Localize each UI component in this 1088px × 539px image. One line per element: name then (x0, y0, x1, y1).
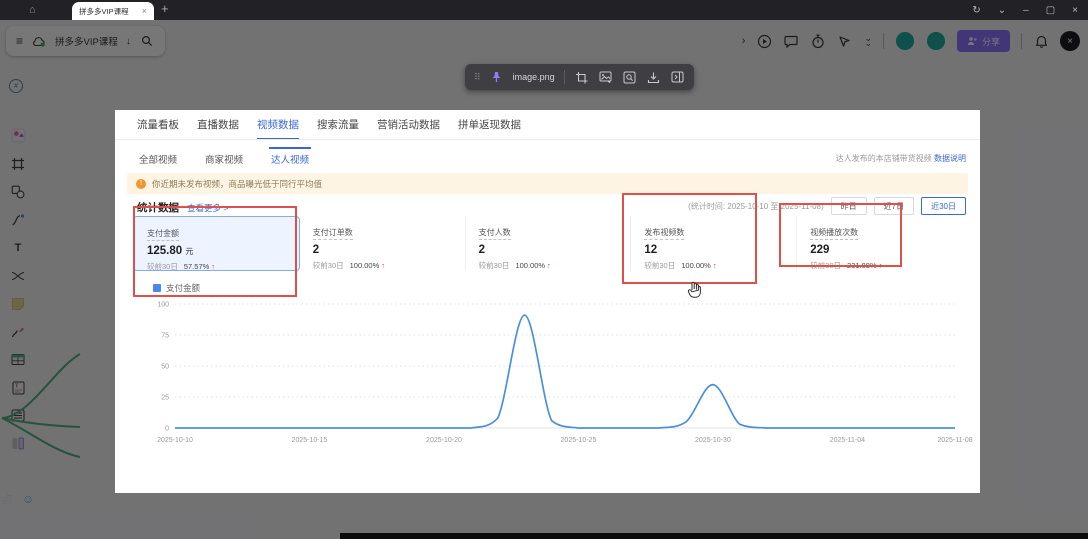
card-pay-orders[interactable]: 支付订单数 2 较前30日100.00%↑ (300, 216, 466, 271)
reload-icon[interactable]: ↻ (972, 5, 980, 16)
scope-note: 达人发布的本店铺带货视频 数据说明 (836, 153, 966, 164)
dashboard-image[interactable]: 流量看板 直播数据 视频数据 搜索流量 营销活动数据 拼单返现数据 全部视频 商… (115, 110, 980, 493)
bottom-strip (340, 533, 1088, 539)
tab-live-data[interactable]: 直播数据 (197, 117, 239, 140)
card-pay-users[interactable]: 支付人数 2 较前30日100.00%↑ (466, 216, 632, 271)
subtab-all-videos[interactable]: 全部视频 (137, 147, 179, 170)
app-window: ⌂ 拼多多VIP课程 × + ↻ ⌄ – ▢ × ≡ 拼多多VIP课程 ↓ › (0, 0, 1088, 539)
svg-text:50: 50 (161, 364, 169, 371)
maximize-button[interactable]: ▢ (1046, 5, 1055, 16)
pay-amount-line-chart: 0 25 50 75 100 2025-10-10 2025-10-15 2025-10-20… (135, 296, 962, 469)
close-tab-icon[interactable]: × (142, 6, 147, 16)
svg-text:2025-10-20: 2025-10-20 (426, 437, 462, 444)
data-explanation-link[interactable]: 数据说明 (934, 154, 966, 163)
subtab-merchant-videos[interactable]: 商家视频 (203, 147, 245, 170)
svg-text:25: 25 (161, 395, 169, 402)
svg-text:2025-10-25: 2025-10-25 (561, 437, 597, 444)
replace-image-icon[interactable] (598, 70, 613, 85)
image-toolbar: ⠿ image.png (465, 64, 694, 90)
chevron-down-icon[interactable]: ⌄ (998, 5, 1006, 16)
drag-handle[interactable]: ⠿ (474, 72, 480, 83)
image-filename: image.png (513, 72, 555, 82)
more-panel-icon[interactable] (670, 70, 685, 85)
annotation-rect-published-videos (622, 193, 757, 284)
svg-text:75: 75 (161, 333, 169, 340)
tab-marketing-data[interactable]: 营销活动数据 (377, 117, 440, 140)
warning-banner: ! 你近期未发布视频，商品曝光低于同行平均值 (127, 173, 968, 194)
browser-tab-title: 拼多多VIP课程 (79, 6, 138, 17)
divider (115, 139, 980, 140)
divider (564, 70, 565, 84)
svg-text:2025-11-08: 2025-11-08 (937, 437, 972, 444)
minimize-button[interactable]: – (1023, 5, 1029, 16)
range-30d-button[interactable]: 近30日 (921, 197, 966, 215)
pin-icon[interactable] (489, 70, 504, 85)
svg-text:2025-10-30: 2025-10-30 (695, 437, 731, 444)
tab-traffic-board[interactable]: 流量看板 (137, 117, 179, 140)
svg-text:0: 0 (165, 426, 169, 433)
subtab-influencer-videos[interactable]: 达人视频 (269, 147, 311, 170)
tab-video-data[interactable]: 视频数据 (257, 117, 299, 140)
home-icon[interactable]: ⌂ (29, 3, 36, 17)
svg-text:2025-10-10: 2025-10-10 (157, 437, 193, 444)
svg-text:100: 100 (157, 302, 169, 309)
tab-search-traffic[interactable]: 搜索流量 (317, 117, 359, 140)
video-sub-tabs: 全部视频 商家视频 达人视频 (137, 147, 311, 170)
tab-group-rebate-data[interactable]: 拼单返现数据 (458, 117, 521, 140)
annotation-rect-video-plays (779, 203, 902, 267)
up-arrow-icon: ↑ (381, 261, 385, 270)
svg-text:2025-11-04: 2025-11-04 (830, 437, 865, 444)
hand-cursor (687, 281, 702, 303)
dashboard-nav-tabs: 流量看板 直播数据 视频数据 搜索流量 营销活动数据 拼单返现数据 (137, 117, 521, 140)
download-image-icon[interactable] (646, 70, 661, 85)
browser-chrome: ⌂ 拼多多VIP课程 × + ↻ ⌄ – ▢ × (0, 0, 1088, 20)
svg-text:2025-10-15: 2025-10-15 (292, 437, 328, 444)
up-arrow-icon: ↑ (547, 261, 551, 270)
close-window-button[interactable]: × (1072, 5, 1078, 16)
window-controls: ↻ ⌄ – ▢ × (972, 0, 1078, 20)
browser-tab[interactable]: 拼多多VIP课程 × (72, 2, 154, 20)
annotation-rect-pay-amount (133, 206, 297, 297)
warning-icon: ! (136, 179, 146, 189)
preview-zoom-icon[interactable] (622, 70, 637, 85)
new-tab-button[interactable]: + (161, 1, 169, 16)
crop-frame-icon[interactable] (574, 70, 589, 85)
warning-text: 你近期未发布视频，商品曝光低于同行平均值 (152, 178, 322, 190)
